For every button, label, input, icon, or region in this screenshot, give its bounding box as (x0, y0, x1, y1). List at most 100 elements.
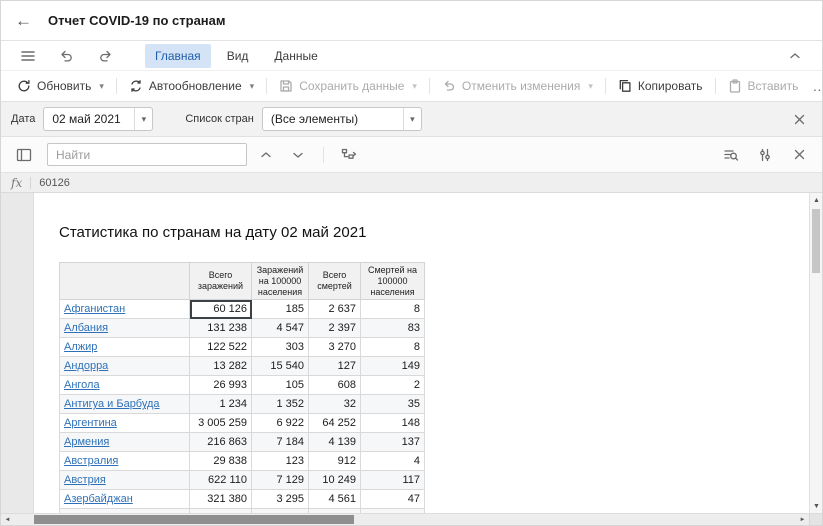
country-link[interactable]: Андорра (64, 360, 108, 372)
value-cell[interactable]: 13 282 (190, 357, 252, 376)
value-cell[interactable]: 7 129 (252, 471, 309, 490)
hamburger-menu-icon[interactable] (15, 43, 41, 69)
value-cell[interactable]: 29 838 (190, 452, 252, 471)
country-link[interactable]: Австралия (64, 455, 118, 467)
scroll-up-icon[interactable]: ▲ (810, 193, 822, 207)
value-cell[interactable]: 122 522 (190, 338, 252, 357)
ribbon-tab-0[interactable]: Главная (145, 44, 211, 68)
save-dropdown-icon[interactable]: ▾ (412, 81, 417, 92)
refresh-dropdown-icon[interactable]: ▾ (99, 81, 104, 92)
country-link[interactable]: Афганистан (64, 303, 125, 315)
nav-forward-icon[interactable] (93, 43, 119, 69)
value-cell[interactable]: 8 (361, 300, 425, 319)
filter-sliders-icon[interactable] (752, 142, 778, 168)
country-link[interactable]: Ангола (64, 379, 100, 391)
autorefresh-button[interactable]: Автообновление ▾ (123, 75, 260, 97)
vertical-scrollbar[interactable]: ▲ ▼ (809, 193, 822, 513)
value-cell[interactable]: 127 (309, 357, 361, 376)
undo-changes-button[interactable]: Отменить изменения ▾ (436, 75, 599, 97)
value-cell[interactable]: 3 270 (309, 338, 361, 357)
value-cell[interactable]: 321 380 (190, 490, 252, 509)
refresh-button[interactable]: Обновить ▾ (11, 75, 110, 97)
value-cell[interactable]: 26 993 (190, 376, 252, 395)
country-link[interactable]: Армения (64, 436, 109, 448)
search-input[interactable] (47, 143, 247, 166)
value-cell[interactable]: 622 110 (190, 471, 252, 490)
value-cell[interactable]: 7 184 (252, 433, 309, 452)
value-cell[interactable]: 8 (361, 338, 425, 357)
horizontal-scroll-thumb[interactable] (34, 515, 354, 524)
value-cell[interactable]: 1 352 (252, 395, 309, 414)
value-cell[interactable]: 216 863 (190, 433, 252, 452)
value-cell[interactable]: 912 (309, 452, 361, 471)
vertical-scroll-thumb[interactable] (812, 209, 820, 273)
value-cell[interactable]: 117 (361, 471, 425, 490)
ribbon-tab-1[interactable]: Вид (217, 44, 259, 68)
value-cell[interactable]: 60 126 (190, 300, 252, 319)
grouping-levels-icon[interactable] (336, 142, 362, 168)
value-cell[interactable]: 4 (361, 452, 425, 471)
value-cell[interactable]: 185 (252, 300, 309, 319)
close-search-icon[interactable] (786, 142, 812, 168)
value-cell[interactable]: 47 (361, 490, 425, 509)
paste-button[interactable]: Вставить (722, 75, 805, 97)
value-cell[interactable]: 148 (361, 414, 425, 433)
value-cell[interactable]: 131 238 (190, 319, 252, 338)
value-cell[interactable]: 137 (361, 433, 425, 452)
value-cell[interactable]: 2 397 (309, 319, 361, 338)
refresh-label: Обновить (37, 79, 91, 93)
value-cell[interactable]: 3 295 (252, 490, 309, 509)
country-link[interactable]: Австрия (64, 474, 106, 486)
scroll-down-icon[interactable]: ▼ (810, 499, 822, 513)
find-next-icon[interactable] (285, 142, 311, 168)
value-cell[interactable]: 123 (252, 452, 309, 471)
close-parameters-icon[interactable] (786, 106, 812, 132)
collapse-ribbon-icon[interactable] (782, 43, 808, 69)
country-link[interactable]: Алжир (64, 341, 97, 353)
find-previous-icon[interactable] (253, 142, 279, 168)
value-cell[interactable]: 83 (361, 319, 425, 338)
country-link[interactable]: Албания (64, 322, 108, 334)
country-link[interactable]: Азербайджан (64, 493, 133, 505)
value-cell[interactable]: 1 234 (190, 395, 252, 414)
ribbon-tab-2[interactable]: Данные (264, 44, 327, 68)
copy-button[interactable]: Копировать (612, 75, 709, 97)
back-arrow-icon[interactable]: ← (15, 11, 32, 31)
country-list-dropdown-icon[interactable]: ▾ (403, 108, 421, 130)
value-cell[interactable]: 15 540 (252, 357, 309, 376)
value-cell[interactable]: 64 252 (309, 414, 361, 433)
value-cell[interactable]: 303 (252, 338, 309, 357)
value-cell[interactable]: 2 (361, 376, 425, 395)
horizontal-scrollbar[interactable]: ◄ ► (1, 513, 822, 525)
date-combobox[interactable]: 02 май 2021 ▾ (43, 107, 153, 131)
table-row: Азербайджан 321 3803 2954 56147 (60, 490, 425, 509)
autorefresh-dropdown-icon[interactable]: ▾ (250, 81, 255, 92)
undo-changes-dropdown-icon[interactable]: ▾ (588, 81, 593, 92)
corner-header-cell (60, 263, 190, 300)
scroll-right-icon[interactable]: ► (796, 514, 809, 525)
nav-back-icon[interactable] (53, 43, 79, 69)
value-cell[interactable]: 4 139 (309, 433, 361, 452)
value-cell[interactable]: 6 922 (252, 414, 309, 433)
country-link[interactable]: Аргентина (64, 417, 117, 429)
scroll-left-icon[interactable]: ◄ (1, 514, 14, 525)
value-cell[interactable]: 3 005 259 (190, 414, 252, 433)
left-gutter (1, 193, 34, 513)
value-cell[interactable]: 105 (252, 376, 309, 395)
more-actions-button[interactable]: … (804, 78, 823, 94)
value-cell[interactable]: 4 561 (309, 490, 361, 509)
value-cell[interactable]: 2 637 (309, 300, 361, 319)
formula-value[interactable]: 60126 (39, 177, 70, 189)
value-cell[interactable]: 149 (361, 357, 425, 376)
value-cell[interactable]: 4 547 (252, 319, 309, 338)
date-dropdown-icon[interactable]: ▾ (134, 108, 152, 130)
side-panel-icon[interactable] (11, 142, 37, 168)
value-cell[interactable]: 32 (309, 395, 361, 414)
value-cell[interactable]: 35 (361, 395, 425, 414)
value-cell[interactable]: 608 (309, 376, 361, 395)
search-settings-icon[interactable] (718, 142, 744, 168)
country-list-combobox[interactable]: (Все элементы) ▾ (262, 107, 422, 131)
country-link[interactable]: Антигуа и Барбуда (64, 398, 160, 410)
value-cell[interactable]: 10 249 (309, 471, 361, 490)
save-data-button[interactable]: Сохранить данные ▾ (273, 75, 423, 97)
